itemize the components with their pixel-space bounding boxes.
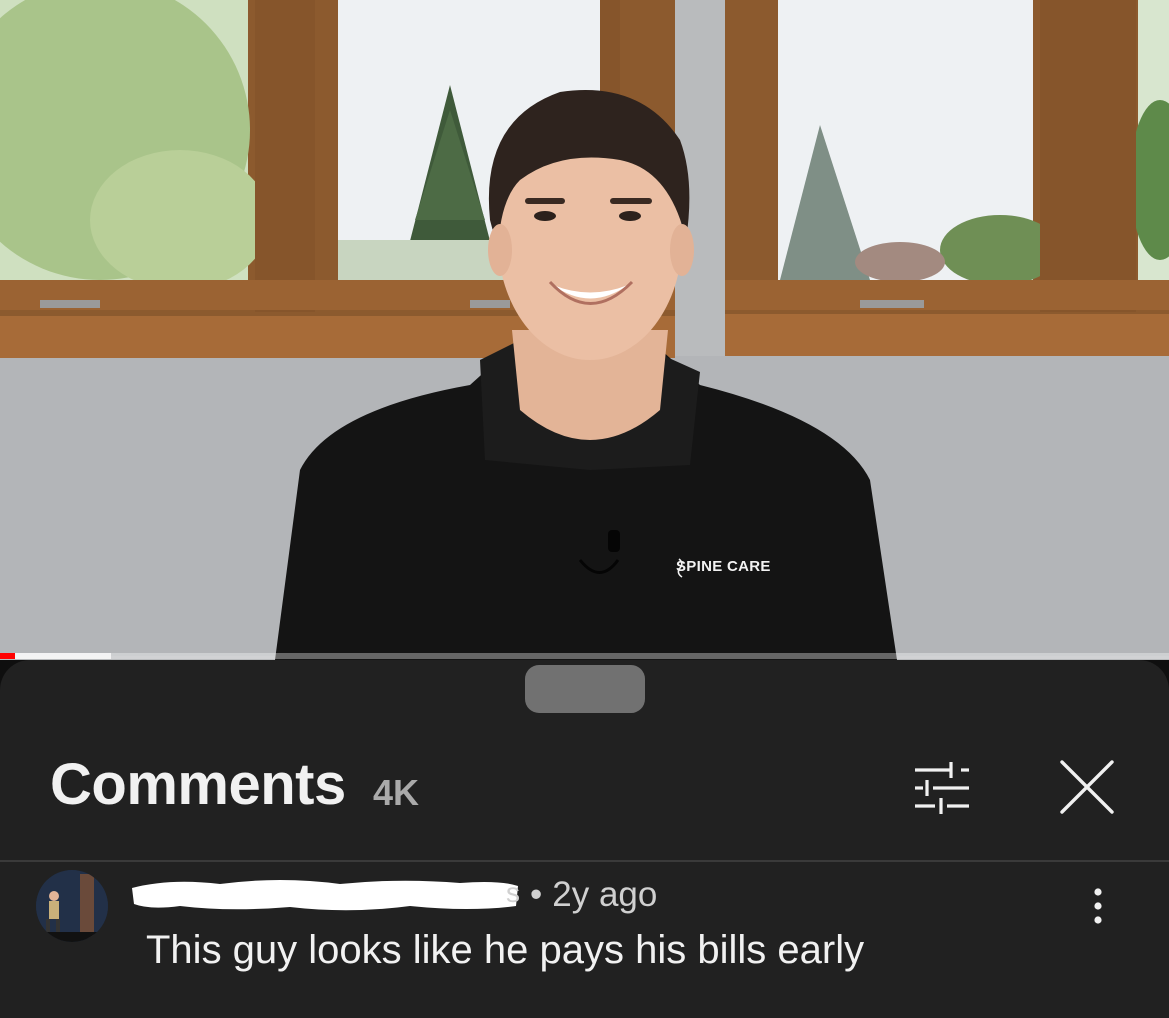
video-frame [0, 0, 1169, 660]
video-progress-bar[interactable] [0, 653, 1169, 659]
progress-buffered [0, 653, 111, 659]
user-avatar[interactable] [36, 870, 108, 942]
svg-text:s: s [506, 878, 520, 908]
comment-item: s • 2y ago This guy looks like he pays hi… [0, 862, 1169, 1018]
progress-played [0, 653, 15, 659]
meta-separator: • [530, 875, 543, 914]
drag-handle[interactable] [525, 665, 645, 713]
spine-logo-icon [677, 558, 683, 578]
comment-text: This guy looks like he pays his bills ea… [146, 928, 865, 972]
avatar-image [36, 870, 108, 942]
comments-title: Comments [50, 752, 346, 817]
comments-count: 4K [373, 772, 420, 813]
shirt-logo-text: SPINE CARE [676, 558, 771, 575]
shirt-logo: SPINE CARE [676, 558, 771, 578]
more-vertical-icon[interactable] [1080, 884, 1116, 928]
author-name-redacted[interactable]: s [130, 878, 520, 912]
video-player[interactable]: SPINE CARE [0, 0, 1169, 660]
sort-filter-icon[interactable] [905, 756, 979, 820]
comment-meta: • 2y ago [530, 874, 657, 916]
comments-sheet: Comments 4K s • 2y ago This guy looks li… [0, 660, 1169, 1018]
close-icon[interactable] [1052, 752, 1122, 822]
comment-time: 2y ago [552, 875, 658, 914]
